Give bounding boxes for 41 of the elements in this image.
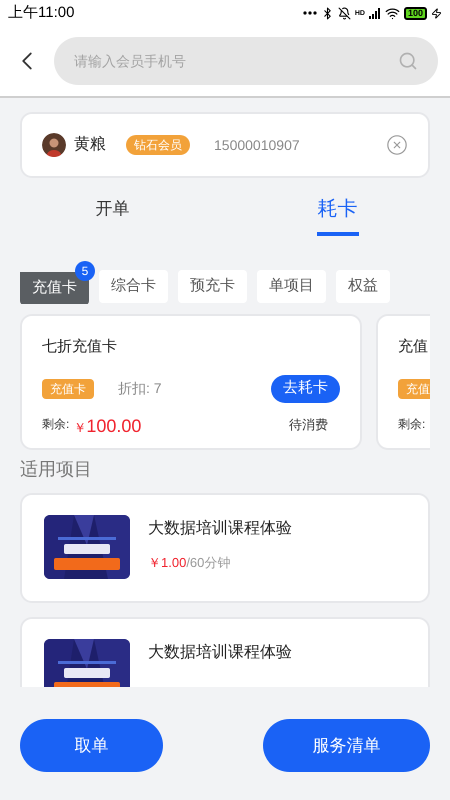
muted-bell-icon: [338, 6, 351, 20]
tab[interactable]: 耗卡: [225, 182, 450, 240]
charging-icon: [431, 8, 442, 18]
search-field[interactable]: 请输入会员手机号: [54, 37, 438, 85]
card-title: 七折充值卡: [42, 337, 118, 357]
project-card[interactable]: 大数据培训课程体验: [20, 617, 430, 687]
section-title: 适用项目: [20, 458, 93, 481]
status-time: 上午11:00: [8, 2, 74, 23]
project-name: 大数据培训课程体验: [148, 518, 292, 539]
card-status: 待消费: [289, 416, 328, 434]
member-name: 黄粮: [74, 134, 106, 155]
category-chip[interactable]: 综合卡: [99, 270, 168, 303]
close-icon[interactable]: [386, 134, 408, 156]
card-type-tag: 充值卡: [42, 378, 94, 398]
member-phone: 15000010907: [214, 136, 300, 154]
card-type-tag: 充值: [398, 378, 430, 398]
category-chip[interactable]: 单项目: [257, 270, 326, 303]
remaining-amount: ￥100.00: [73, 416, 142, 434]
project-card[interactable]: 大数据培训课程体验 ￥1.00/60分钟: [20, 493, 430, 603]
remaining-label: 剩余:: [42, 416, 70, 432]
remaining-label: 剩余:: [398, 416, 426, 432]
project-name: 大数据培训课程体验: [148, 642, 292, 663]
signal-icon: [368, 8, 381, 18]
tab[interactable]: 开单: [0, 182, 225, 240]
action-button[interactable]: 服务清单: [263, 719, 430, 772]
more-icon: [302, 11, 317, 15]
search-icon[interactable]: [398, 51, 418, 71]
card-item[interactable]: 七折充值卡 充值卡 折扣: 7 去耗卡 剩余: ￥100.00 待消费: [20, 314, 362, 450]
battery-indicator: 100: [404, 6, 427, 20]
project-price: ￥1.00/60分钟: [148, 554, 232, 572]
category-chip[interactable]: 权益: [336, 270, 390, 303]
discount-label: 折扣: 7: [118, 379, 162, 398]
category-chip[interactable]: 预充卡: [178, 270, 247, 303]
card-item[interactable]: 充值 充值 剩余:: [376, 314, 430, 450]
card-title: 充值: [398, 337, 429, 357]
use-card-button[interactable]: 去耗卡: [271, 374, 340, 402]
member-level-badge: 钻石会员: [126, 135, 190, 155]
avatar: [42, 133, 66, 157]
wifi-icon: [384, 6, 400, 20]
count-badge: 5: [75, 261, 95, 281]
action-button[interactable]: 取单: [20, 719, 163, 772]
